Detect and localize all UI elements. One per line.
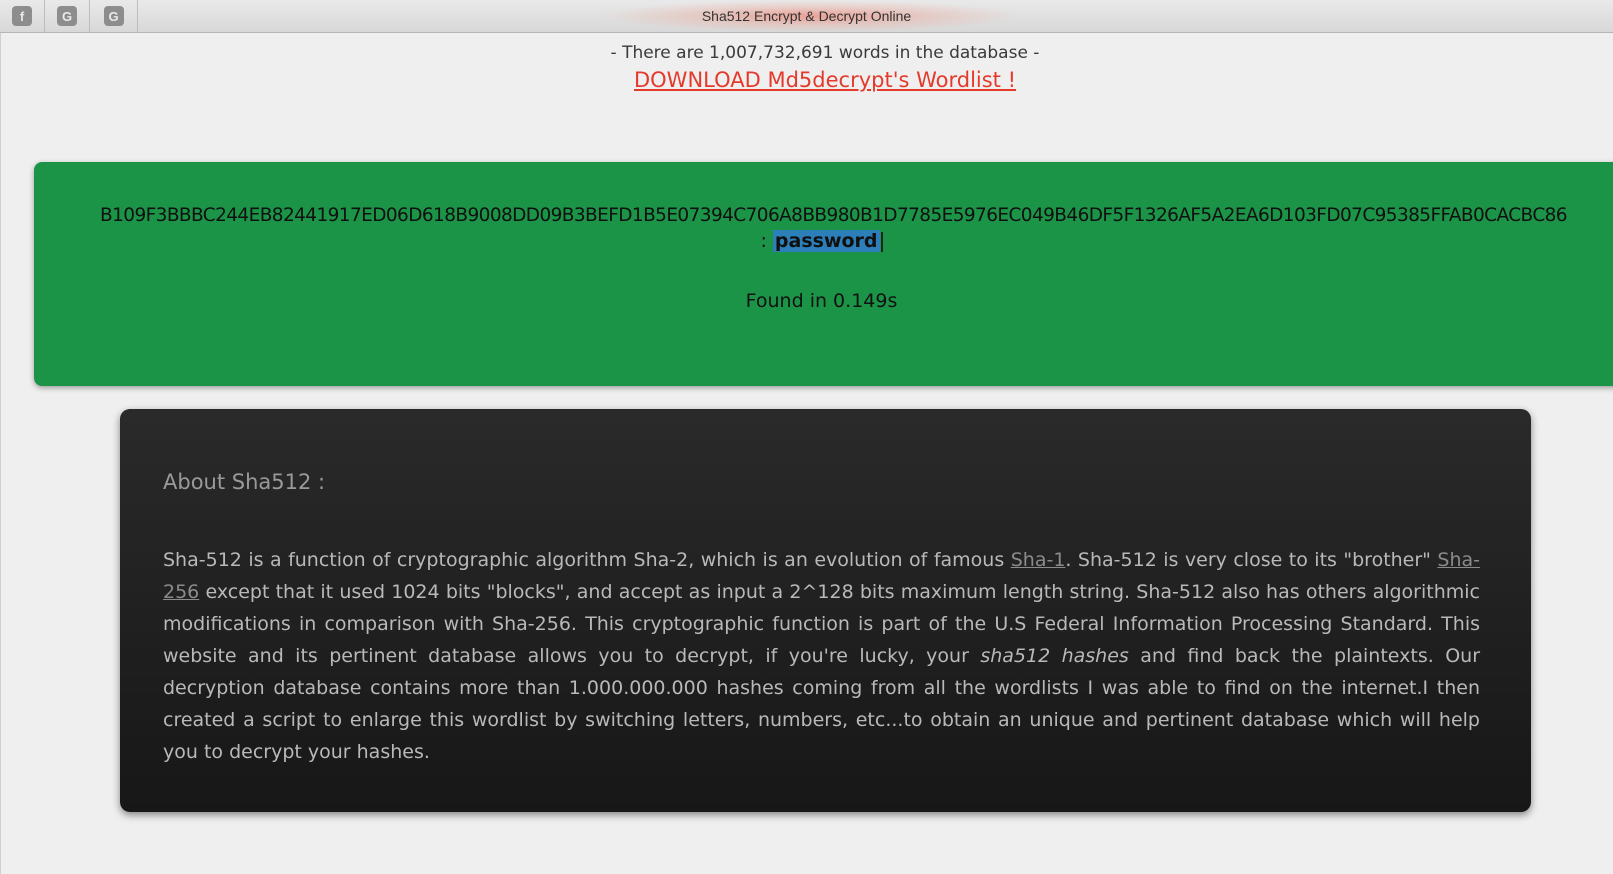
decrypted-password[interactable]: password [772, 230, 880, 252]
hash-value: B109F3BBBC244EB82441917ED06D618B9008DD09… [100, 205, 1568, 226]
about-title: About Sha512 : [163, 470, 326, 494]
window-title: Sha512 Encrypt & Decrypt Online [701, 8, 912, 24]
window-edge [0, 33, 1, 874]
about-description: Sha-512 is a function of cryptographic a… [163, 544, 1480, 768]
result-panel: B109F3BBBC244EB82441917ED06D618B9008DD09… [34, 162, 1613, 386]
about-panel: About Sha512 : Sha-512 is a function of … [120, 409, 1531, 812]
result-line: : password [34, 230, 1609, 252]
about-text-part: . Sha-512 is very close to its "brother" [1065, 549, 1438, 571]
about-emphasis: sha512 hashes [980, 645, 1129, 667]
text-cursor-icon [880, 231, 883, 252]
browser-toolbar: f G G Sha512 Encrypt & Decrypt Online [0, 0, 1613, 33]
about-text-part: Sha-512 is a function of cryptographic a… [163, 549, 1011, 571]
database-count: - There are 1,007,732,691 words in the d… [610, 43, 1040, 63]
download-wordlist-link[interactable]: DOWNLOAD Md5decrypt's Wordlist ! [0, 68, 1613, 92]
result-separator: : [760, 230, 767, 252]
found-time: Found in 0.149s [745, 290, 898, 312]
sha1-link[interactable]: Sha-1 [1011, 549, 1066, 571]
